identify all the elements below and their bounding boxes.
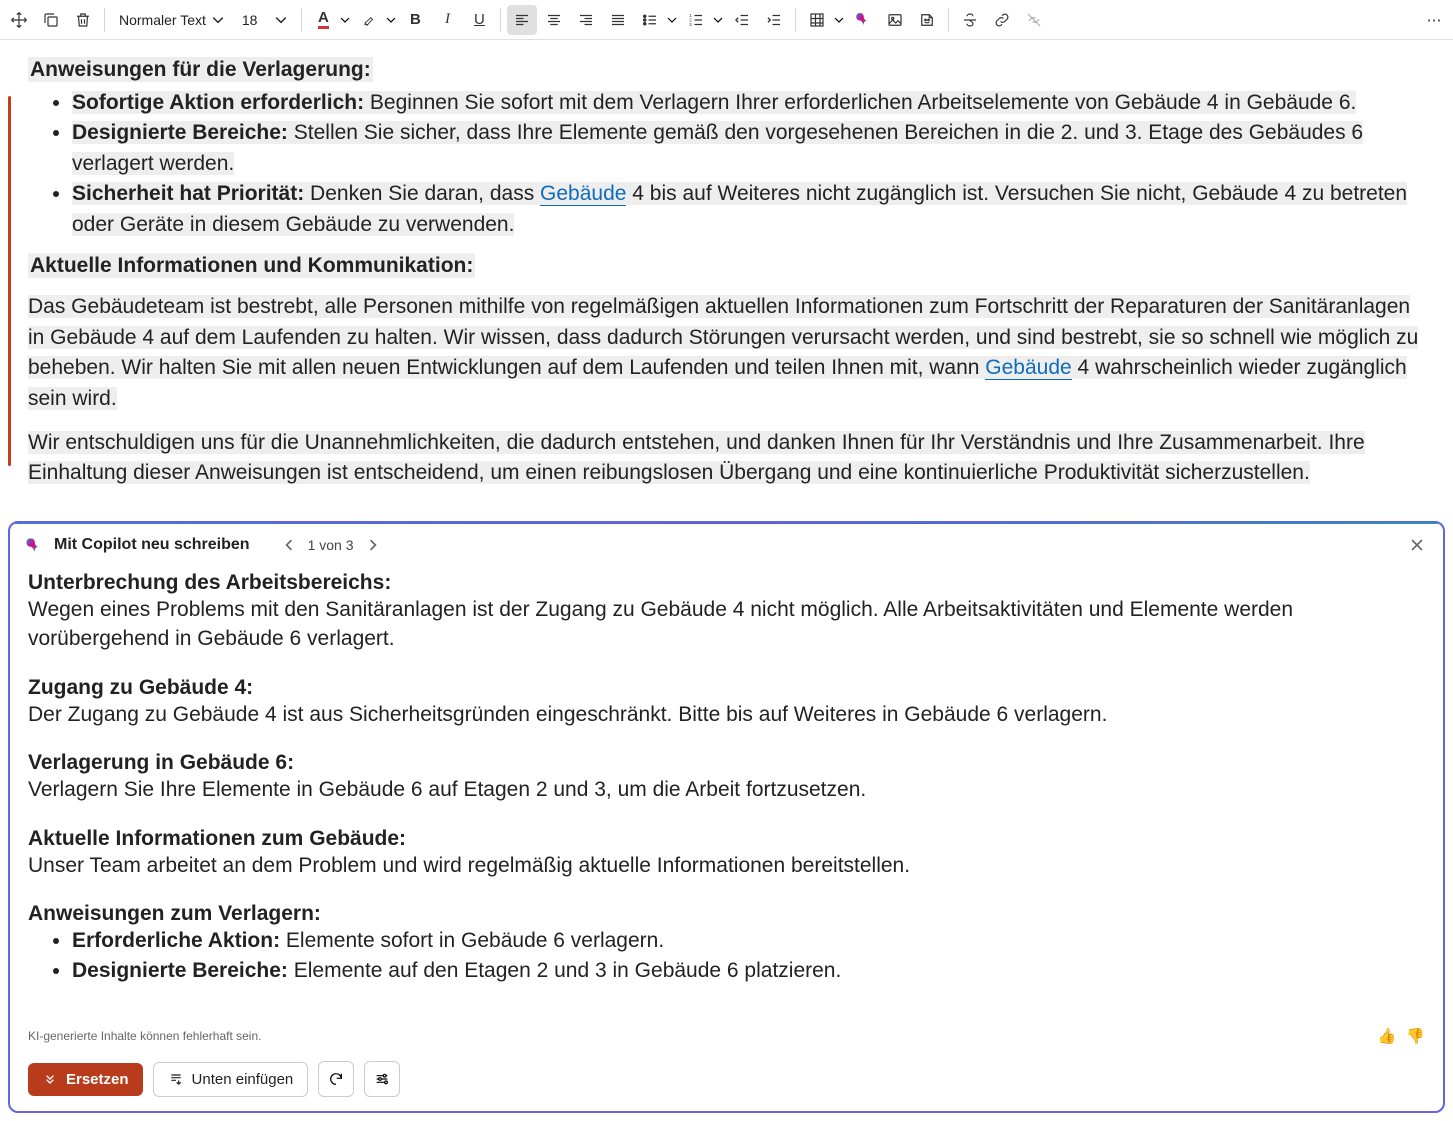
- insert-below-button[interactable]: Unten einfügen: [153, 1062, 309, 1097]
- toolbar: Normaler Text 18 A B I U 123 ⋯: [0, 0, 1453, 40]
- replace-button[interactable]: Ersetzen: [28, 1063, 143, 1096]
- list-item: Designierte Bereiche: Stellen Sie sicher…: [72, 118, 1429, 179]
- list-item: Sofortige Aktion erforderlich: Beginnen …: [72, 88, 1429, 118]
- sticker-button[interactable]: [912, 5, 942, 35]
- doc-heading-1: Anweisungen für die Verlagerung:: [28, 57, 373, 82]
- ai-disclaimer: KI-generierte Inhalte können fehlerhaft …: [10, 1019, 1443, 1053]
- decrease-indent-button[interactable]: [727, 5, 757, 35]
- doc-heading-2: Aktuelle Informationen und Kommunikation…: [28, 253, 475, 278]
- image-button[interactable]: [880, 5, 910, 35]
- increase-indent-button[interactable]: [759, 5, 789, 35]
- bullet-list-button[interactable]: [635, 5, 665, 35]
- spellcheck-word[interactable]: Gebäude: [985, 356, 1071, 380]
- copilot-actions: Ersetzen Unten einfügen: [10, 1053, 1443, 1111]
- document-body[interactable]: Anweisungen für die Verlagerung: Soforti…: [0, 40, 1453, 518]
- next-suggestion-button[interactable]: [364, 536, 382, 554]
- unlink-button[interactable]: [1019, 5, 1049, 35]
- italic-button[interactable]: I: [432, 5, 462, 35]
- align-right-button[interactable]: [571, 5, 601, 35]
- paragraph-style-select[interactable]: Normaler Text: [111, 5, 232, 35]
- doc-paragraph: Das Gebäudeteam ist bestrebt, alle Perso…: [28, 292, 1429, 414]
- regenerate-button[interactable]: [318, 1061, 354, 1097]
- thumbs-up-button[interactable]: 👍: [1378, 1027, 1397, 1045]
- copilot-button[interactable]: [848, 5, 878, 35]
- numbered-list-button[interactable]: 123: [681, 5, 711, 35]
- suggestion-text: Wegen eines Problems mit den Sanitäranla…: [28, 595, 1425, 654]
- font-color-dropdown[interactable]: [338, 5, 352, 35]
- prev-suggestion-button[interactable]: [280, 536, 298, 554]
- copilot-title: Mit Copilot neu schreiben: [54, 536, 250, 554]
- suggestion-counter: 1 von 3: [308, 537, 354, 553]
- more-button[interactable]: ⋯: [1419, 5, 1449, 35]
- copilot-header: Mit Copilot neu schreiben 1 von 3: [10, 523, 1443, 567]
- suggestion-heading: Anweisungen zum Verlagern:: [28, 902, 1425, 926]
- thumbs-down-button[interactable]: 👎: [1406, 1027, 1425, 1045]
- delete-button[interactable]: [68, 5, 98, 35]
- align-left-button[interactable]: [507, 5, 537, 35]
- doc-paragraph: Wir entschuldigen uns für die Unannehmli…: [28, 428, 1429, 489]
- align-center-button[interactable]: [539, 5, 569, 35]
- align-justify-button[interactable]: [603, 5, 633, 35]
- suggestion-text: Der Zugang zu Gebäude 4 ist aus Sicherhe…: [28, 700, 1425, 729]
- link-button[interactable]: [987, 5, 1017, 35]
- table-button[interactable]: [802, 5, 832, 35]
- suggestion-heading: Unterbrechung des Arbeitsbereichs:: [28, 571, 1425, 595]
- insert-below-label: Unten einfügen: [192, 1071, 294, 1088]
- suggestion-heading: Zugang zu Gebäude 4:: [28, 676, 1425, 700]
- adjust-button[interactable]: [364, 1061, 400, 1097]
- move-button[interactable]: [4, 5, 34, 35]
- svg-text:3: 3: [690, 22, 693, 27]
- suggestion-text: Verlagern Sie Ihre Elemente in Gebäude 6…: [28, 775, 1425, 804]
- close-button[interactable]: [1405, 533, 1429, 557]
- font-size-value: 18: [242, 12, 258, 28]
- list-item: Designierte Bereiche: Elemente auf den E…: [72, 956, 1425, 986]
- list-item: Erforderliche Aktion: Elemente sofort in…: [72, 926, 1425, 956]
- list-item: Sicherheit hat Priorität: Denken Sie dar…: [72, 179, 1429, 240]
- font-size-select[interactable]: 18: [234, 5, 296, 35]
- suggestion-text: Unser Team arbeitet an dem Problem und w…: [28, 851, 1425, 880]
- highlight-button[interactable]: [354, 5, 384, 35]
- copilot-rewrite-panel: Mit Copilot neu schreiben 1 von 3 Unterb…: [8, 521, 1445, 1113]
- suggestion-heading: Verlagerung in Gebäude 6:: [28, 751, 1425, 775]
- highlight-dropdown[interactable]: [384, 5, 398, 35]
- replace-button-label: Ersetzen: [66, 1071, 129, 1088]
- underline-button[interactable]: U: [464, 5, 494, 35]
- copy-button[interactable]: [36, 5, 66, 35]
- strikethrough-button[interactable]: [955, 5, 985, 35]
- suggestion-list: Erforderliche Aktion: Elemente sofort in…: [28, 926, 1425, 987]
- font-color-button[interactable]: A: [308, 5, 338, 35]
- font-color-letter: A: [318, 11, 329, 29]
- paragraph-style-label: Normaler Text: [119, 12, 206, 28]
- spellcheck-word[interactable]: Gebäude: [540, 182, 626, 206]
- suggestion-heading: Aktuelle Informationen zum Gebäude:: [28, 827, 1425, 851]
- table-dropdown[interactable]: [832, 5, 846, 35]
- bullet-list-dropdown[interactable]: [665, 5, 679, 35]
- bold-button[interactable]: B: [400, 5, 430, 35]
- copilot-icon: [24, 535, 44, 555]
- instruction-list: Sofortige Aktion erforderlich: Beginnen …: [28, 88, 1429, 240]
- numbered-list-dropdown[interactable]: [711, 5, 725, 35]
- copilot-body[interactable]: Unterbrechung des Arbeitsbereichs: Wegen…: [10, 567, 1443, 1019]
